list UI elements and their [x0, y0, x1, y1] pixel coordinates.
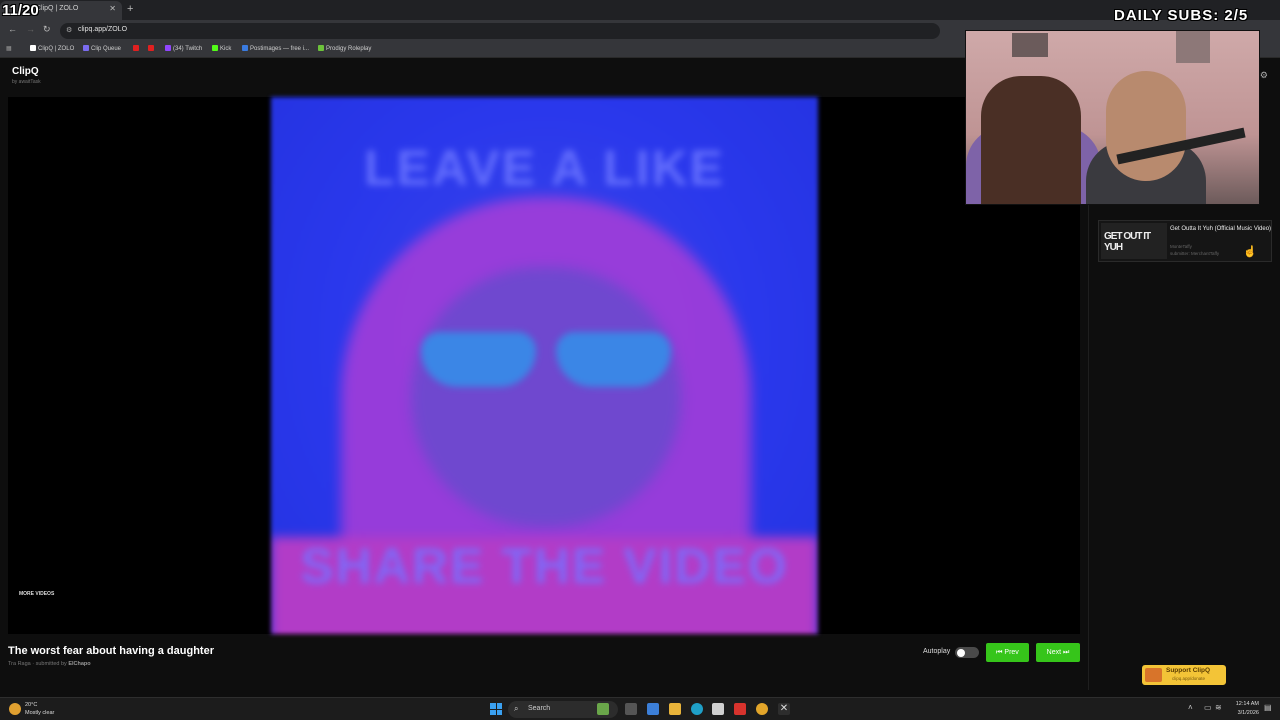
bookmark-kick[interactable]: Kick — [212, 45, 231, 52]
app-byline: by awaitTask — [12, 79, 41, 85]
clock-date[interactable]: 3/1/2026 — [1227, 710, 1259, 716]
thumbnail-text: GET OUT IT YUH — [1104, 231, 1151, 253]
network-icon[interactable]: ▭ — [1204, 703, 1212, 712]
submitted-prefix: submitted by — [35, 661, 67, 667]
prodigy-icon — [318, 45, 324, 51]
taskbar-app-icon[interactable] — [597, 703, 609, 715]
address-bar[interactable]: ⚙ clipq.app/ZOLO — [60, 23, 940, 39]
support-url: clipq.app/donate — [1172, 676, 1206, 681]
settings-sliders-icon[interactable]: ⚙ — [1260, 70, 1268, 81]
wifi-icon[interactable]: ≋ — [1215, 703, 1222, 712]
next-button[interactable]: Next ⏭ — [1036, 643, 1080, 662]
reload-icon[interactable]: ↻ — [43, 24, 51, 35]
prev-button[interactable]: ⏮ Prev — [986, 643, 1029, 662]
chrome-icon[interactable] — [756, 703, 768, 715]
bookmark-label: ClipQ | ZOLO — [38, 46, 75, 52]
queue-item-channel: MonteTaffy — [1170, 244, 1192, 249]
sunglasses-shape — [421, 332, 671, 392]
person-left — [981, 76, 1081, 204]
search-label: Search — [528, 705, 551, 712]
weather-temp: 20°C — [25, 702, 38, 708]
bookmark-label: (34) Twitch — [173, 46, 203, 52]
tray-chevron-icon[interactable]: ˄ — [1188, 703, 1193, 712]
daily-subs-overlay: DAILY SUBS: 2/5 — [1114, 7, 1249, 24]
queue-item-submitter: submitter: MerchantTaffy — [1170, 251, 1220, 256]
autoplay-toggle[interactable] — [955, 647, 979, 658]
clip-queue-icon — [83, 45, 89, 51]
kick-icon — [212, 45, 218, 51]
windows-start-icon[interactable] — [490, 703, 502, 715]
video-subtitle: Tra Raga · submitted by ElChapo — [8, 661, 91, 667]
video-text-bottom: SHARE THE VIDEO — [300, 538, 789, 594]
face-shape — [411, 267, 681, 527]
bookmark-postimages[interactable]: Postimages — free i... — [242, 45, 309, 52]
search-icon: ⌕ — [514, 704, 519, 713]
new-tab-icon[interactable]: + — [127, 3, 133, 15]
close-icon[interactable]: ✕ — [109, 4, 116, 13]
copilot-icon[interactable] — [647, 703, 659, 715]
bookmark-label: Clip Queue — [91, 46, 122, 52]
file-explorer-icon[interactable] — [669, 703, 681, 715]
webcam-overlay — [965, 30, 1260, 205]
toggle-knob — [957, 648, 965, 657]
acrobat-icon[interactable] — [734, 703, 746, 715]
youtube-icon — [148, 45, 154, 51]
video-submitter: ElChapo — [68, 661, 91, 667]
autoplay-label: Autoplay — [923, 648, 951, 655]
windows-taskbar: 20°C Mostly clear ⌕ Search ✕ ˄ ▭ ≋ 12:14… — [0, 697, 1280, 720]
bookmark-label: Postimages — free i... — [250, 46, 310, 52]
wall-hat-shape — [1012, 33, 1048, 57]
store-icon[interactable] — [712, 703, 724, 715]
apps-grid-icon[interactable]: ▦ — [6, 45, 12, 52]
task-view-icon[interactable] — [625, 703, 637, 715]
browser-tab-strip: ClipQ | ZOLO ✕ + — [0, 0, 1280, 20]
bookmark-youtube[interactable] — [133, 45, 141, 52]
capcut-icon[interactable]: ✕ — [778, 703, 790, 715]
postimages-icon — [242, 45, 248, 51]
queue-thumbnail: GET OUT IT YUH — [1101, 223, 1167, 259]
bookmark-label: Prodigy Roleplay — [326, 46, 372, 52]
wall-poster-shape — [1176, 31, 1210, 63]
mouse-cursor-icon: ☝ — [1243, 246, 1257, 258]
support-label: Support ClipQ — [1166, 667, 1211, 674]
play-icon — [30, 45, 36, 51]
more-videos-label[interactable]: MORE VIDEOS — [19, 591, 54, 597]
edge-icon[interactable] — [691, 703, 703, 715]
app-title[interactable]: ClipQ — [12, 66, 39, 77]
twitch-icon — [165, 45, 171, 51]
site-info-icon[interactable]: ⚙ — [66, 26, 72, 34]
queue-item-title: Get Outta It Yuh (Official Music Video) — [1170, 226, 1272, 232]
bookmark-label: Kick — [220, 46, 232, 52]
video-player[interactable]: LEAVE A LIKE SHARE THE VIDEO MORE VIDEOS — [8, 97, 1080, 634]
queue-item-meta: MonteTaffy submitter: MerchantTaffy — [1170, 243, 1219, 257]
bookmark-clip-queue[interactable]: Clip Queue — [83, 45, 121, 52]
bookmark-youtube-2[interactable] — [148, 45, 156, 52]
bookmark-twitch[interactable]: (34) Twitch — [165, 45, 202, 52]
weather-icon[interactable] — [9, 703, 21, 715]
video-title: The worst fear about having a daughter — [8, 645, 214, 657]
notifications-icon[interactable]: ▤ — [1264, 703, 1272, 712]
youtube-icon — [133, 45, 139, 51]
video-text-top: LEAVE A LIKE — [363, 140, 726, 196]
lens-right — [556, 332, 671, 387]
lens-left — [421, 332, 536, 387]
url-text: clipq.app/ZOLO — [78, 26, 128, 33]
video-frame: LEAVE A LIKE SHARE THE VIDEO — [271, 97, 818, 634]
clip-counter-overlay: 11/20 — [2, 2, 39, 19]
weather-desc: Mostly clear — [25, 710, 55, 716]
support-clipq-button[interactable]: Support ClipQ clipq.app/donate — [1142, 665, 1226, 685]
support-image-icon — [1145, 668, 1162, 682]
tab-title: ClipQ | ZOLO — [36, 5, 79, 12]
back-icon[interactable]: ← — [8, 24, 17, 34]
clock-time[interactable]: 12:14 AM — [1227, 701, 1259, 707]
video-artist: Tra Raga — [8, 661, 31, 667]
forward-icon[interactable]: → — [26, 24, 35, 34]
bookmark-prodigy[interactable]: Prodigy Roleplay — [318, 45, 371, 52]
bookmark-clipq[interactable]: ClipQ | ZOLO — [30, 45, 74, 52]
